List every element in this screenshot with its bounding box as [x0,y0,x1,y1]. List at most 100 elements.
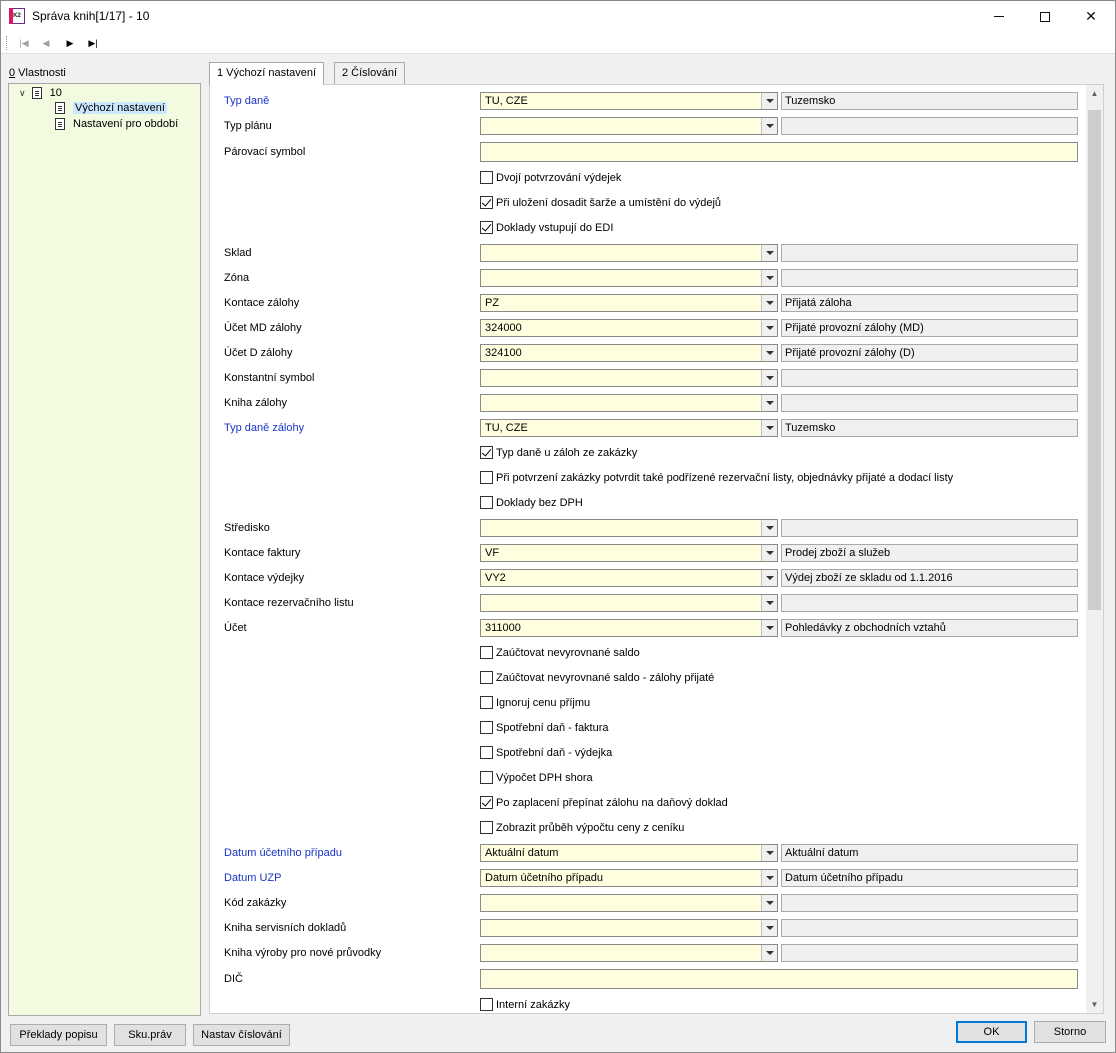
checkbox-box[interactable] [480,646,493,659]
service-book-combo[interactable] [480,919,778,937]
save-batches-checkbox[interactable]: Při uložení dosadit šarže a umístění do … [480,196,721,209]
production-book-combo[interactable] [480,944,778,962]
order-code-combo[interactable] [480,894,778,912]
internal-orders-checkbox[interactable]: Interní zakázky [480,998,570,1011]
checkbox-box[interactable] [480,721,493,734]
invoice-posting-combo[interactable]: VF [480,544,778,562]
chevron-down-icon[interactable] [761,595,777,611]
uzp-date-combo[interactable]: Datum účetního případu [480,869,778,887]
dispatch-posting-combo[interactable]: VY2 [480,569,778,587]
cancel-button[interactable]: Storno [1034,1021,1106,1043]
edi-docs-checkbox[interactable]: Doklady vstupují do EDI [480,221,613,234]
chevron-down-icon[interactable] [761,93,777,109]
vat-id-input[interactable] [480,969,1078,989]
advance-posting-combo[interactable]: PZ [480,294,778,312]
chevron-down-icon[interactable]: ∨ [19,88,26,99]
next-record-icon[interactable]: ▶ [61,35,79,51]
last-record-icon[interactable]: ▶| [84,35,102,51]
chevron-down-icon[interactable] [761,845,777,861]
pairing-symbol-input[interactable] [480,142,1078,162]
service-book-desc [781,919,1078,937]
vertical-scrollbar[interactable]: ▲ ▼ [1086,85,1103,1013]
plan-type-combo[interactable] [480,117,778,135]
chevron-down-icon[interactable] [761,545,777,561]
chevron-down-icon[interactable] [761,870,777,886]
checkbox-box[interactable] [480,471,493,484]
double-confirm-checkbox[interactable]: Dvojí potvrzování výdejek [480,171,621,184]
translations-button[interactable]: Překlady popisu [10,1024,107,1046]
set-numbering-button[interactable]: Nastav číslování [193,1024,290,1046]
checkbox-box[interactable] [480,771,493,784]
advance-book-combo[interactable] [480,394,778,412]
checkbox-box[interactable] [480,998,493,1011]
checkbox-box[interactable] [480,171,493,184]
prev-record-icon[interactable]: ◀ [37,35,55,51]
checkbox-box[interactable] [480,796,493,809]
chevron-down-icon[interactable] [761,420,777,436]
show-price-calc-checkbox[interactable]: Zobrazit průběh výpočtu ceny z ceníku [480,821,684,834]
ignore-receipt-price-checkbox[interactable]: Ignoruj cenu příjmu [480,696,590,709]
vat-from-top-checkbox[interactable]: Výpočet DPH shora [480,771,593,784]
switch-advance-checkbox[interactable]: Po zaplacení přepínat zálohu na daňový d… [480,796,728,809]
chevron-down-icon[interactable] [761,295,777,311]
reservation-posting-combo[interactable] [480,594,778,612]
first-record-icon[interactable]: |◀ [15,35,33,51]
scroll-down-icon[interactable]: ▼ [1086,996,1103,1013]
advance-d-account-combo[interactable]: 324100 [480,344,778,362]
chevron-down-icon[interactable] [761,920,777,936]
chevron-down-icon[interactable] [761,570,777,586]
minimize-button[interactable] [976,1,1022,32]
order-advance-tax-checkbox[interactable]: Typ daně u záloh ze zakázky [480,446,637,459]
docs-without-vat-checkbox[interactable]: Doklady bez DPH [480,496,583,509]
zone-combo[interactable] [480,269,778,287]
checkbox-box[interactable] [480,696,493,709]
checkbox-box[interactable] [480,746,493,759]
tree-root[interactable]: ∨ 10 [19,87,62,99]
chevron-down-icon[interactable] [761,520,777,536]
scroll-up-icon[interactable]: ▲ [1086,85,1103,102]
confirm-subordinate-checkbox[interactable]: Při potvrzení zakázky potvrdit také podř… [480,471,953,484]
advance-md-account-combo[interactable]: 324000 [480,319,778,337]
warehouse-combo[interactable] [480,244,778,262]
tax-type-combo[interactable]: TU, CZE [480,92,778,110]
tab-default-settings[interactable]: 1 Výchozí nastavení [209,62,325,85]
checkbox-box[interactable] [480,671,493,684]
chevron-down-icon[interactable] [761,620,777,636]
chevron-down-icon[interactable] [761,320,777,336]
constant-symbol-desc [781,369,1078,387]
advance-tax-type-combo[interactable]: TU, CZE [480,419,778,437]
chevron-down-icon[interactable] [761,345,777,361]
excise-dispatch-checkbox[interactable]: Spotřební daň - výdejka [480,746,612,759]
permissions-button[interactable]: Sku.práv [114,1024,186,1046]
scrollbar-thumb[interactable] [1088,110,1101,610]
chevron-down-icon[interactable] [761,118,777,134]
toolbar-grip[interactable] [6,36,8,50]
checkbox-box[interactable] [480,496,493,509]
chevron-down-icon[interactable] [761,370,777,386]
maximize-button[interactable] [1022,1,1068,32]
close-button[interactable]: ✕ [1068,1,1114,32]
checkbox-box[interactable] [480,446,493,459]
account-combo[interactable]: 311000 [480,619,778,637]
excise-invoice-checkbox[interactable]: Spotřební daň - faktura [480,721,609,734]
post-unbalanced-checkbox[interactable]: Zaúčtovat nevyrovnané saldo [480,646,640,659]
chevron-down-icon[interactable] [761,245,777,261]
constant-symbol-combo[interactable] [480,369,778,387]
checkbox-box[interactable] [480,821,493,834]
tree-item-default-settings[interactable]: Výchozí nastavení [55,102,167,114]
tab-numbering[interactable]: 2 Číslování [334,62,406,84]
chevron-down-icon[interactable] [761,895,777,911]
zone-desc [781,269,1078,287]
checkbox-box[interactable] [480,221,493,234]
chevron-down-icon[interactable] [761,270,777,286]
chevron-down-icon[interactable] [761,395,777,411]
ok-button[interactable]: OK [956,1021,1027,1043]
chevron-down-icon[interactable] [761,945,777,961]
post-unbalanced-advances-checkbox[interactable]: Zaúčtovat nevyrovnané saldo - zálohy při… [480,671,714,684]
cost-center-combo[interactable] [480,519,778,537]
accounting-date-combo[interactable]: Aktuální datum [480,844,778,862]
tree-item-period-settings[interactable]: Nastavení pro období [55,118,178,130]
desc-value: Datum účetního případu [785,872,904,884]
advance-tax-type-label: Typ daně zálohy [224,422,305,434]
checkbox-box[interactable] [480,196,493,209]
